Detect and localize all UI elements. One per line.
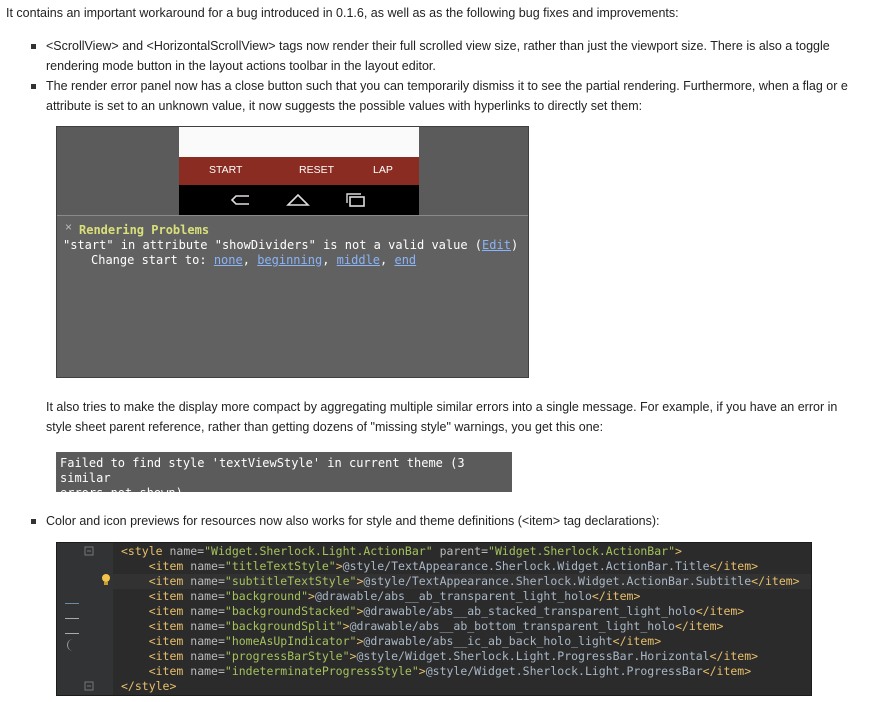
lightbulb-icon[interactable] (100, 573, 112, 587)
fold-icon (84, 546, 94, 556)
bullet-dot (31, 84, 36, 89)
bullet-dot (31, 519, 36, 524)
bullet-scrollview-line1: <ScrollView> and <HorizontalScrollView> … (46, 39, 830, 53)
action-start: START (209, 164, 243, 176)
device-preview: START RESET LAP (179, 127, 419, 215)
action-reset: RESET (299, 164, 335, 176)
style-error-message-box: Failed to find style 'textViewStyle' in … (56, 452, 512, 500)
icon-preview-marker (67, 639, 78, 651)
device-nav-bar (179, 185, 419, 215)
bullet-color-previews: Color and icon previews for resources no… (46, 514, 660, 528)
error-message: "start" in attribute "showDividers" is n… (63, 238, 483, 252)
option-end-link[interactable]: end (394, 253, 416, 267)
code-item-line: <item name="homeAsUpIndicator">@drawable… (148, 634, 662, 648)
compact-text-line2: style sheet parent reference, rather tha… (46, 420, 604, 434)
option-none-link[interactable]: none (214, 253, 243, 267)
edit-link[interactable]: Edit (482, 238, 511, 252)
style-error-line1: Failed to find style 'textViewStyle' in … (60, 456, 465, 485)
bullet-dot (31, 44, 36, 49)
editor-gutter (57, 543, 113, 695)
option-beginning-link[interactable]: beginning (257, 253, 322, 267)
option-middle-link[interactable]: middle (337, 253, 380, 267)
back-icon (230, 195, 249, 205)
code-item-line: <item name="indeterminateProgressStyle">… (148, 664, 752, 678)
device-screen (179, 127, 419, 157)
error-message-end: ) (510, 238, 519, 252)
code-item-line: <item name="backgroundStacked">@drawable… (148, 604, 745, 618)
style-error-line2: errors not shown) (60, 486, 183, 500)
rendering-problems-title: Rendering Problems (79, 223, 210, 237)
render-error-panel: × Rendering Problems "start" in attribut… (57, 215, 528, 377)
bullet-error-panel-line2: attribute is set to an unknown value, it… (46, 99, 643, 113)
color-swatch-marker (65, 633, 79, 634)
color-swatch-marker (65, 603, 79, 604)
home-icon (286, 193, 310, 206)
action-lap: LAP (373, 164, 393, 176)
code-style-close: </style> (121, 679, 177, 693)
code-item-line: <item name="background">@drawable/abs__a… (148, 589, 641, 603)
recents-icon (346, 193, 365, 207)
close-icon[interactable]: × (65, 220, 72, 234)
code-editor-screenshot: <style name="Widget.Sherlock.Light.Actio… (56, 542, 812, 696)
bullet-scrollview-line2: rendering mode button in the layout acti… (46, 59, 436, 73)
code-item-line: <item name="progressBarStyle">@style/Wid… (148, 649, 759, 663)
color-swatch-marker (65, 618, 79, 619)
code-style-open: <style name="Widget.Sherlock.Light.Actio… (121, 544, 682, 558)
code-item-line: <item name="titleTextStyle">@style/TextA… (148, 559, 759, 573)
change-prefix: Change start to: (91, 253, 214, 267)
fold-icon (84, 681, 94, 691)
bullet-error-panel-line1: The render error panel now has a close b… (46, 79, 848, 93)
device-action-bar: START RESET LAP (179, 157, 419, 185)
render-error-screenshot: START RESET LAP × Rendering Problems "st… (56, 126, 529, 378)
intro-text: It contains an important workaround for … (6, 6, 679, 20)
compact-text-line1: It also tries to make the display more c… (46, 400, 838, 414)
code-item-line: <item name="subtitleTextStyle">@style/Te… (148, 574, 800, 588)
code-item-line: <item name="backgroundSplit">@drawable/a… (148, 619, 724, 633)
